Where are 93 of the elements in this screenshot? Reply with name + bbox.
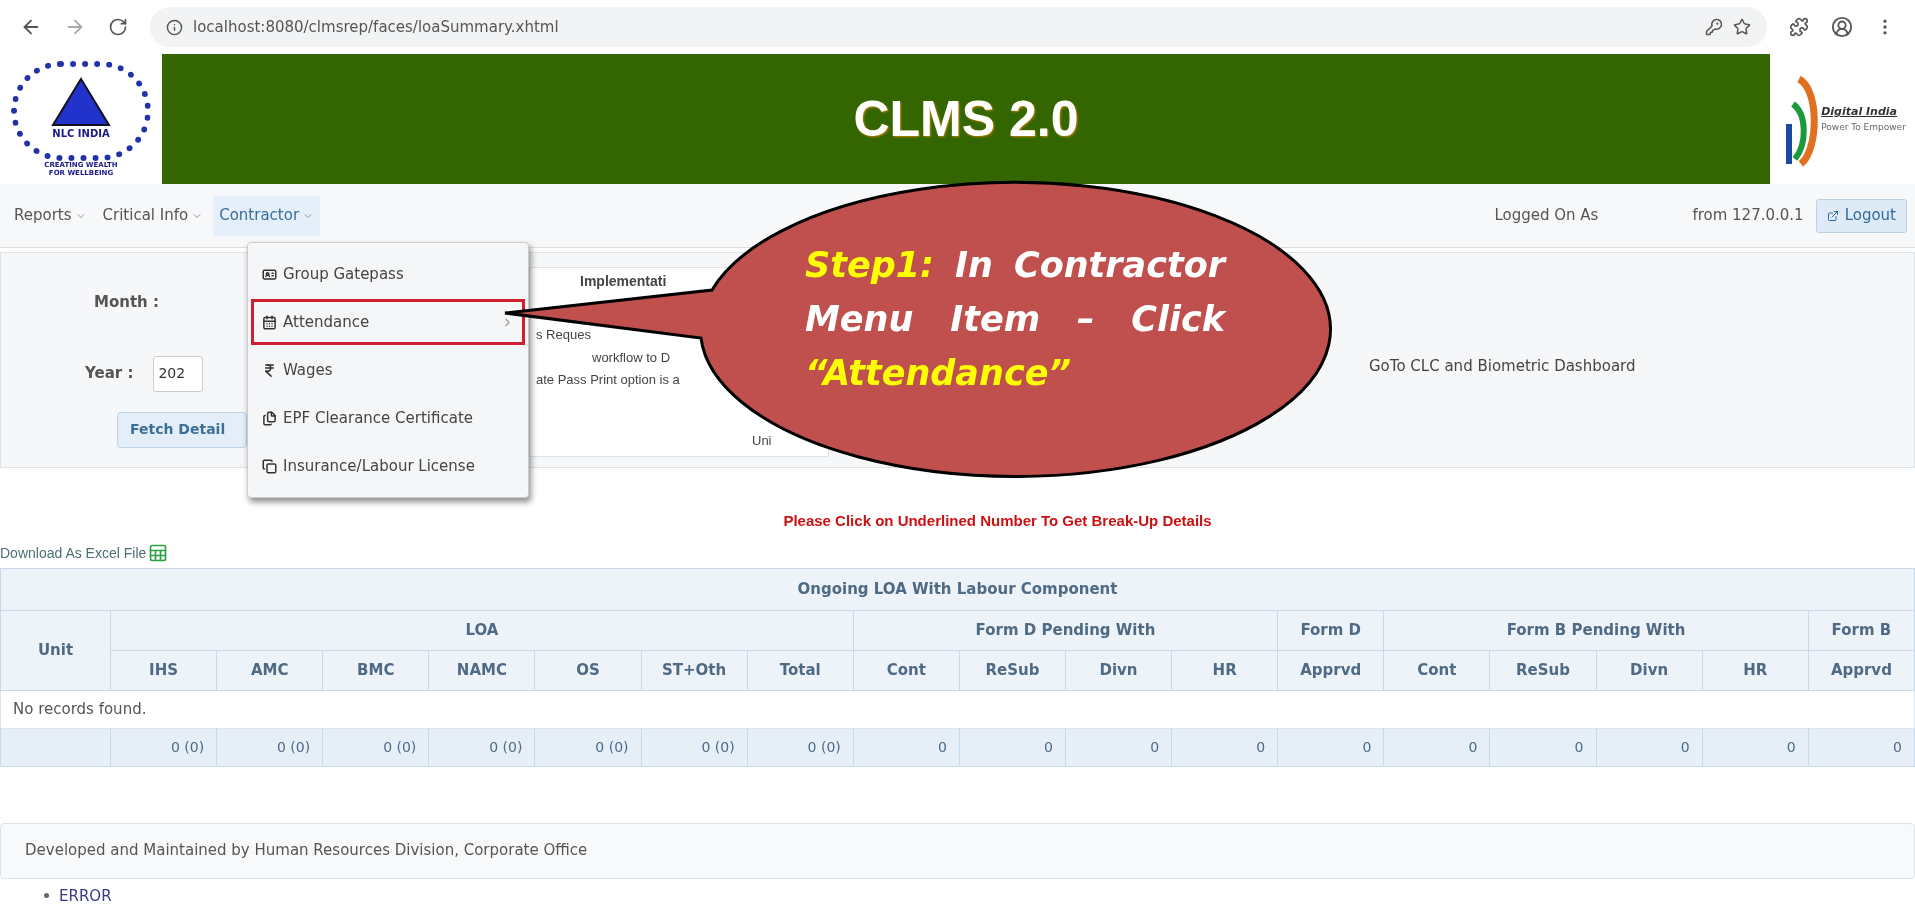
menu-item-label: Attendance [283,311,370,333]
info-icon [166,18,183,36]
menu-tab[interactable]: Critical Info [96,195,210,236]
documents-icon [262,410,277,426]
table-cell: 0 [1808,728,1915,766]
bookmark-star-icon[interactable] [1733,18,1751,36]
address-bar[interactable]: localhost:8080/clmsrep/faces/loaSummary.xhtml [150,7,1767,47]
column-header: Cont [853,650,960,690]
column-header: Total [747,650,854,690]
notice-text: workflow to D [592,348,671,367]
key-icon[interactable] [1705,18,1723,36]
table-cell: 0 (0) [428,728,535,766]
callout-text: Step1: In Contractor Menu Item – Click “Attendance” [805,244,1225,395]
menu-item-label: Insurance/Labour License [283,455,475,477]
table-cell: 0 [1596,728,1703,766]
column-header: Divn [1065,650,1172,690]
table-cell: 0 [1702,728,1809,766]
menu-item[interactable]: Group Gatepass [251,251,525,297]
empty-message: No records found. [0,690,1915,728]
windows-icon [262,458,277,474]
logged-on-label: Logged On As [1494,205,1599,227]
id-card-icon [262,266,277,282]
column-header: ReSub [959,650,1066,690]
menu-tab[interactable]: Contractor [213,195,321,236]
column-header: Cont [1383,650,1490,690]
notice-text: s Reques [536,326,591,344]
url-text: localhost:8080/clmsrep/faces/loaSummary.xhtml [193,16,560,38]
column-header: IHS [110,650,217,690]
column-header: Divn [1596,650,1703,690]
table-cell: 0 (0) [534,728,642,766]
column-header: AMC [216,650,323,690]
menu-item-label: Group Gatepass [283,263,404,285]
menu-item-label: EPF Clearance Certificate [283,407,473,429]
year-label: Year : [85,363,134,385]
extensions-icon[interactable] [1789,17,1809,37]
notice-text: ate Pass Print option is a [536,371,680,389]
logo-tagline: Power To Empower [1821,120,1906,134]
table-cell: 0 (0) [747,728,854,766]
logged-on-host: from 127.0.0.1 [1692,205,1804,227]
menu-item[interactable]: Wages [251,347,525,393]
table-cell: 0 (0) [110,728,217,766]
profile-icon[interactable] [1831,16,1853,38]
notice-heading: Implementati [580,272,667,291]
table-cell: 0 [1171,728,1278,766]
menu-item-label: Wages [283,359,333,381]
spreadsheet-icon [148,543,169,563]
table-cell: 0 [1277,728,1384,766]
bullet-icon [44,893,49,898]
column-group-header: LOA [110,610,854,650]
column-header: NAMC [428,650,535,690]
table-cell: 0 [853,728,960,766]
menu-item[interactable]: Insurance/Labour License [251,443,525,489]
app-title: CLMS 2.0 [853,89,1079,149]
column-group-header: Form B Pending With [1383,610,1809,650]
reload-icon[interactable] [108,17,128,37]
column-header: Apprvd [1277,650,1384,690]
instruction-text: Please Click on Underlined Number To Get Break-Up Details [783,511,1212,531]
rupee-icon [262,362,277,378]
table-cell: 0 [1489,728,1597,766]
column-group-header: Form D Pending With [853,610,1278,650]
menu-tab[interactable]: Reports [8,195,93,236]
fetch-button[interactable]: Fetch Detail [117,411,247,448]
month-label: Month : [94,292,160,313]
column-header: Apprvd [1808,650,1915,690]
year-input[interactable]: 202 [153,355,204,392]
exit-icon [1826,209,1839,222]
logout-button[interactable]: Logout [1815,198,1907,233]
table-cell: 0 (0) [216,728,323,766]
column-header: HR [1171,650,1278,690]
table-cell: 0 [1383,728,1490,766]
dashboard-link[interactable]: GoTo CLC and Biometric Dashboard [1369,355,1636,378]
menu-item[interactable]: Attendance [251,299,525,345]
logo-name: Digital India [1821,104,1898,120]
notice-text: Uni [752,431,772,450]
column-header: BMC [322,650,429,690]
column-header: ReSub [1489,650,1597,690]
table-cell: 0 [959,728,1066,766]
download-link[interactable]: Download As Excel File [0,542,147,564]
column-header: ST+Oth [641,650,748,690]
calendar-icon [262,314,277,330]
triangle-emblem-icon [51,77,111,127]
column-group-header: Form B [1808,610,1915,650]
error-message: ERROR [59,886,112,905]
table-cell: 0 (0) [322,728,429,766]
table-cell: 0 [1065,728,1172,766]
column-group-header: Form D [1277,610,1384,650]
table-cell: 0 (0) [641,728,748,766]
menu-item[interactable]: EPF Clearance Certificate [251,395,525,441]
column-header: Unit [0,610,111,690]
column-header: HR [1702,650,1809,690]
footer-text: Developed and Maintained by Human Resources Division, Corporate Office [25,840,588,862]
column-header: OS [534,650,642,690]
table-title: Ongoing LOA With Labour Component [0,568,1915,610]
